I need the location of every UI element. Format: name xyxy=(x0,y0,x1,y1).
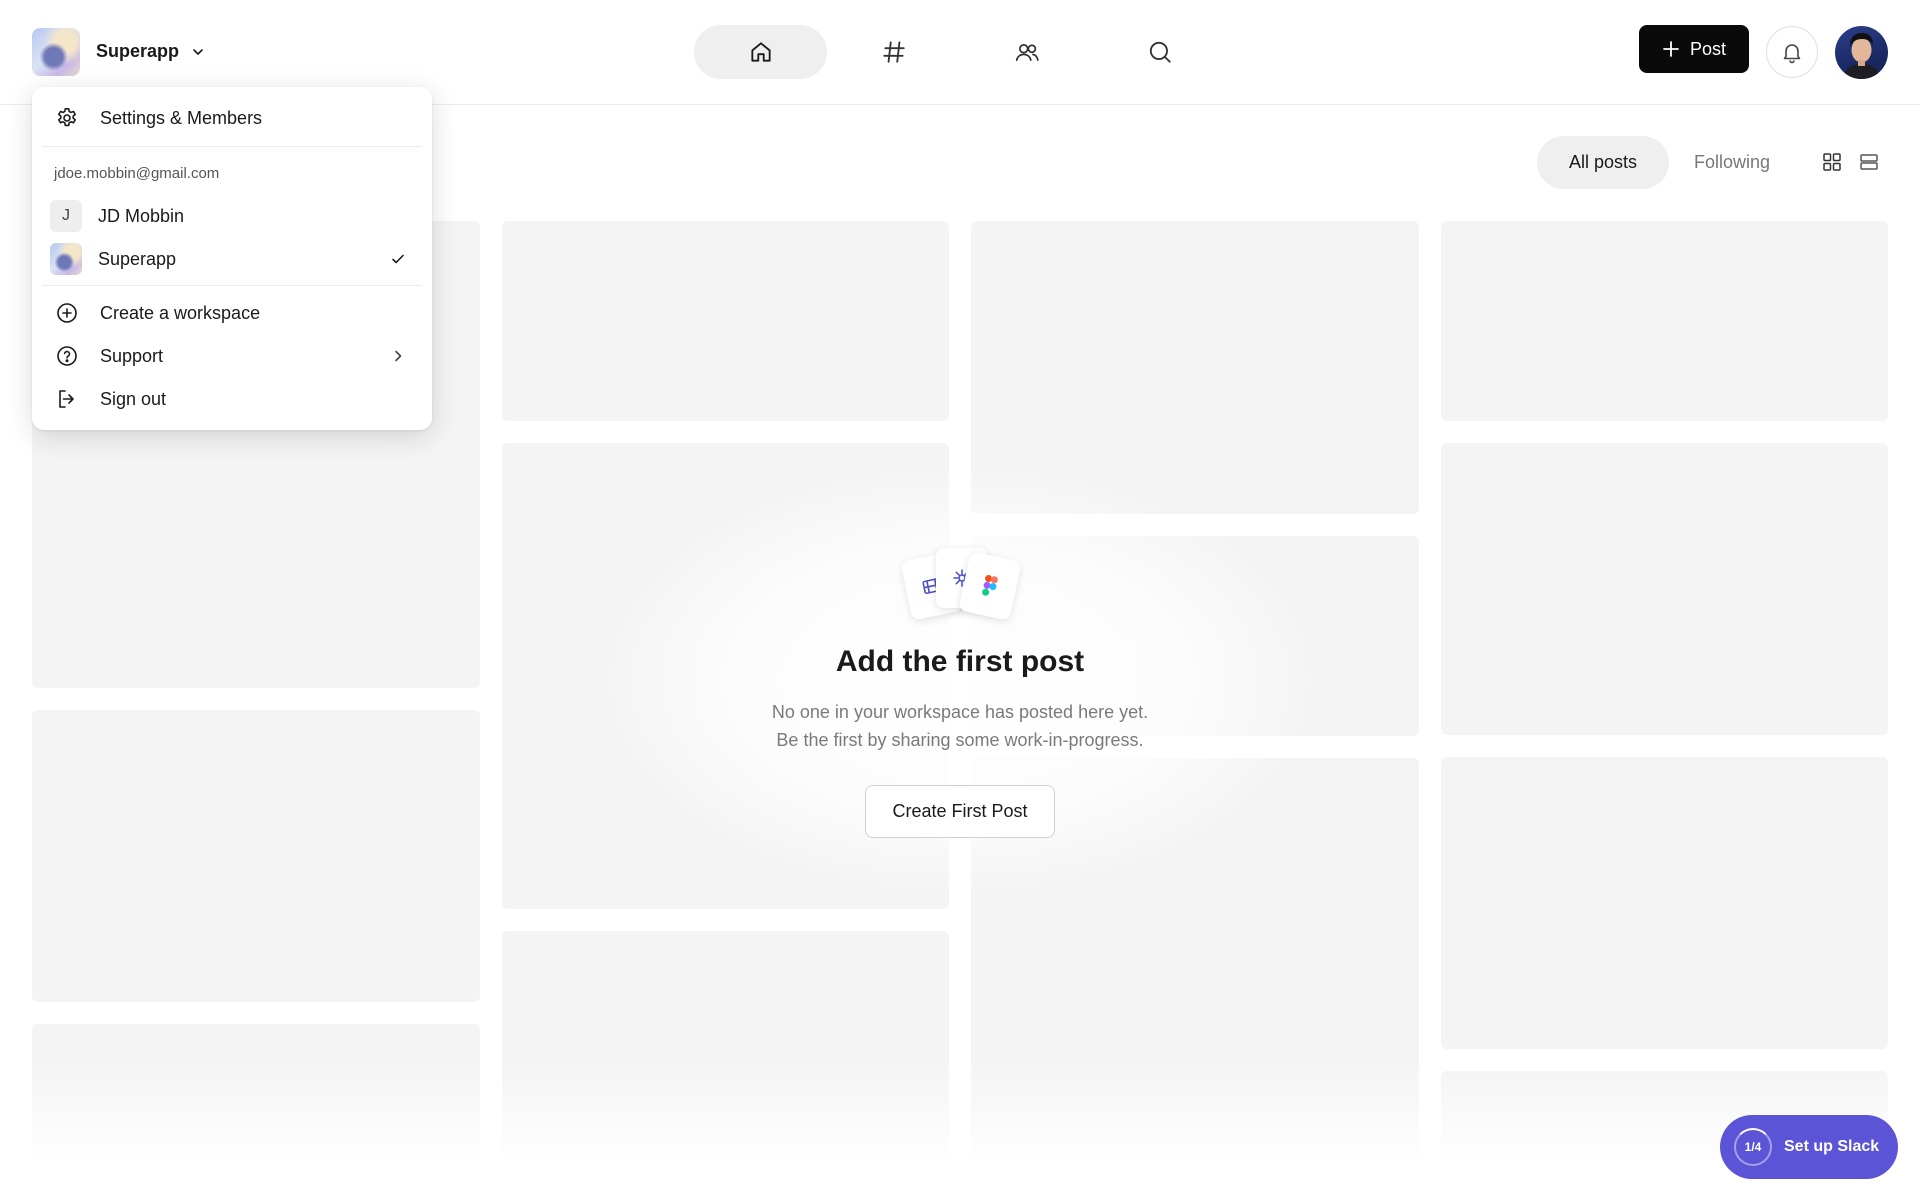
setup-slack-label: Set up Slack xyxy=(1784,1138,1880,1155)
search-icon xyxy=(1149,41,1171,63)
account-name: JD Mobbin xyxy=(98,205,185,226)
workspace-logo[interactable] xyxy=(32,28,80,76)
menu-divider xyxy=(42,146,422,147)
figma-card xyxy=(958,551,1022,621)
empty-state-title: Add the first post xyxy=(835,645,1085,678)
nav-home[interactable] xyxy=(694,25,827,79)
list-view-icon[interactable] xyxy=(1859,152,1879,172)
menu-item-workspace-superapp[interactable]: Superapp xyxy=(50,240,414,278)
filter-all-posts[interactable]: All posts xyxy=(1537,136,1669,189)
menu-divider xyxy=(42,285,422,286)
sign-out-icon xyxy=(54,386,80,412)
filter-following[interactable]: Following xyxy=(1694,136,1770,189)
menu-item-settings-label: Settings & Members xyxy=(100,107,263,128)
workspace-name[interactable]: Superapp xyxy=(96,41,179,62)
main-nav xyxy=(694,25,1226,79)
avatar-portrait xyxy=(1843,33,1880,79)
account-email: jdoe.mobbin@gmail.com xyxy=(54,165,220,182)
placeholder-card xyxy=(1441,443,1888,735)
notifications-button[interactable] xyxy=(1766,26,1818,78)
bell-icon xyxy=(1783,44,1801,64)
grid-view-icon[interactable] xyxy=(1822,152,1842,172)
user-avatar[interactable] xyxy=(1835,26,1888,79)
home-icon xyxy=(750,42,771,62)
people-icon xyxy=(1015,43,1039,61)
plus-icon xyxy=(1663,41,1679,57)
sign-out-label: Sign out xyxy=(100,388,167,409)
help-circle-icon xyxy=(54,343,80,369)
empty-state-description: No one in your workspace has posted here… xyxy=(660,698,1260,754)
account-initial-tile: J xyxy=(50,200,82,232)
create-workspace-label: Create a workspace xyxy=(100,302,261,323)
nav-channels[interactable] xyxy=(827,25,960,79)
menu-item-sign-out[interactable]: Sign out xyxy=(50,380,414,418)
plus-circle-icon xyxy=(54,300,80,326)
empty-state-line-1: No one in your workspace has posted here… xyxy=(771,702,1149,722)
setup-slack-button[interactable]: 1/4 Set up Slack xyxy=(1720,1115,1898,1179)
gear-icon xyxy=(54,105,80,131)
menu-item-create-workspace[interactable]: Create a workspace xyxy=(50,294,414,332)
empty-state-line-2: Be the first by sharing some work-in-pro… xyxy=(776,730,1144,750)
menu-item-settings[interactable]: Settings & Members xyxy=(50,99,414,137)
hashtag-icon xyxy=(882,41,905,63)
placeholder-card xyxy=(32,710,480,1002)
chevron-right-icon xyxy=(395,350,402,362)
placeholder-card xyxy=(1441,221,1888,421)
support-label: Support xyxy=(100,345,164,366)
new-post-button[interactable]: Post xyxy=(1639,25,1749,73)
new-post-label: Post xyxy=(1689,38,1727,59)
check-icon xyxy=(392,254,404,264)
chevron-down-icon[interactable] xyxy=(190,44,206,60)
create-first-post-button[interactable]: Create First Post xyxy=(865,785,1055,838)
workspace-menu: Settings & Members jdoe.mobbin@gmail.com… xyxy=(32,87,432,430)
menu-item-support[interactable]: Support xyxy=(50,337,414,375)
placeholder-card xyxy=(502,221,949,421)
figma-icon xyxy=(982,575,998,596)
nav-search[interactable] xyxy=(1093,25,1226,79)
menu-item-account[interactable]: J JD Mobbin xyxy=(50,197,414,235)
onboarding-progress: 1/4 xyxy=(1734,1128,1772,1166)
workspace-item-label: Superapp xyxy=(98,248,177,269)
nav-people[interactable] xyxy=(960,25,1093,79)
empty-state-illustration xyxy=(900,548,1022,628)
bottom-fade xyxy=(0,1060,1920,1200)
placeholder-card xyxy=(1441,757,1888,1049)
workspace-tile xyxy=(50,243,82,275)
